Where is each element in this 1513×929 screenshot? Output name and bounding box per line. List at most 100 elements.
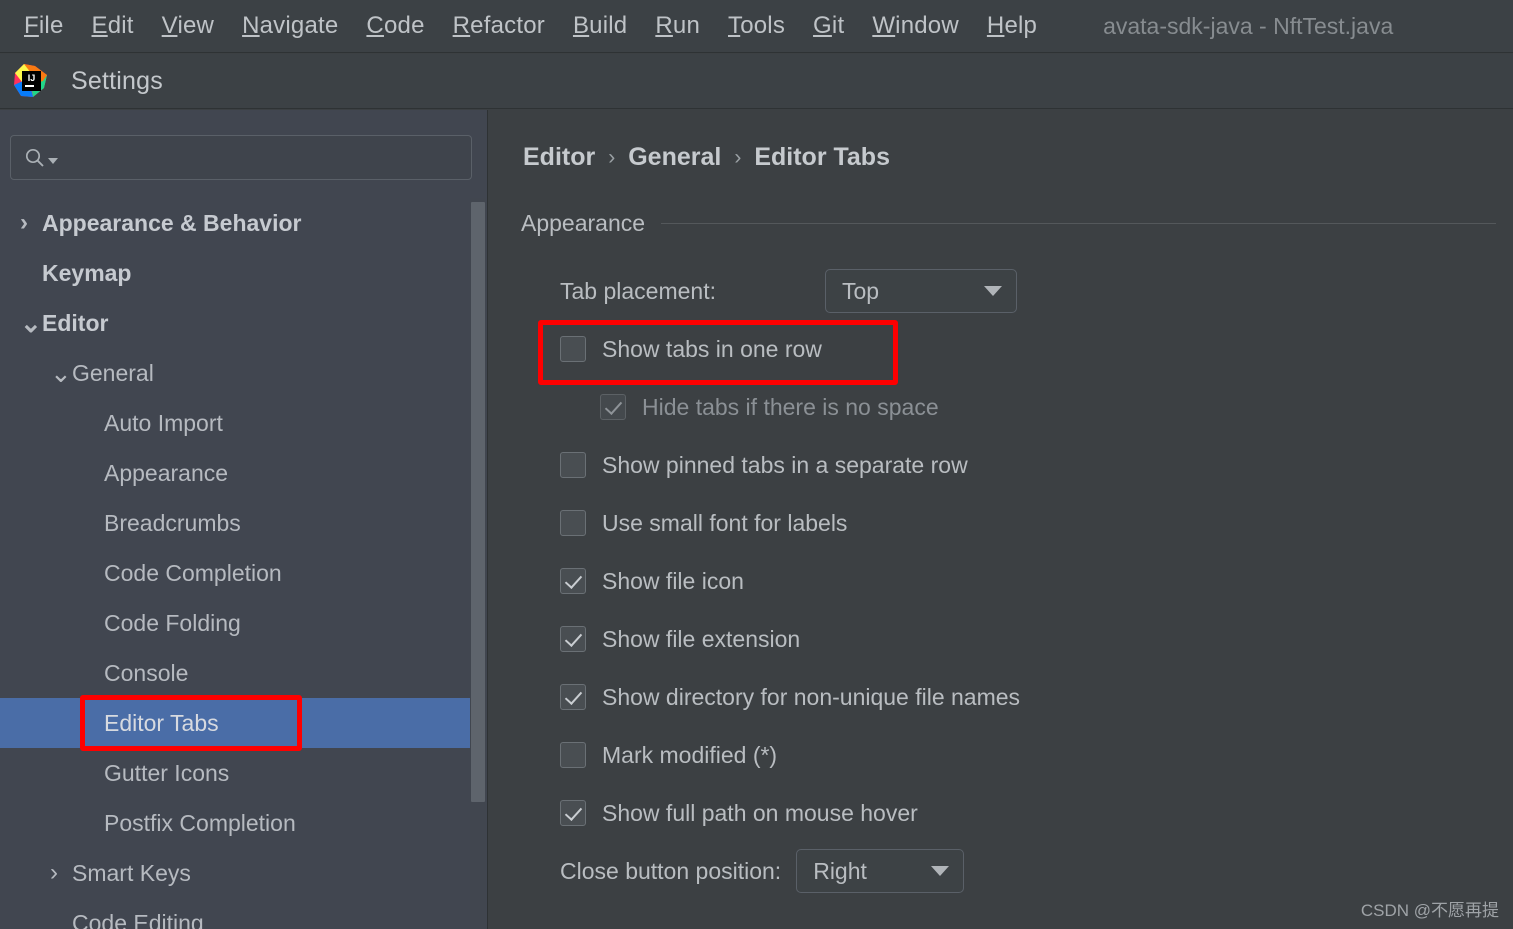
chevron-down-icon: [931, 866, 950, 876]
menu-navigate[interactable]: Navigate: [228, 12, 352, 40]
breadcrumb-item-general[interactable]: General: [628, 143, 721, 172]
close-button-position-value: Right: [813, 857, 867, 884]
appearance-section-header: Appearance: [521, 210, 1496, 237]
appearance-form: Tab placement: Top Show tabs in one row H…: [489, 262, 1513, 900]
sidebar-item-label: Smart Keys: [72, 859, 191, 886]
chevron-down-icon[interactable]: ⌄: [50, 360, 72, 386]
checkbox-label: Show directory for non-unique file names: [602, 683, 1021, 710]
close-button-position-row: Close button position: Right: [489, 842, 1513, 900]
checkbox-row-show-full-path-on-mouse-hover[interactable]: Show full path on mouse hover: [489, 784, 1513, 842]
settings-content-panel: Editor › General › Editor Tabs Appearance Ta…: [489, 110, 1513, 929]
menu-run[interactable]: Run: [641, 12, 714, 40]
sidebar-item-general[interactable]: ⌄ General: [0, 348, 470, 398]
tab-placement-value: Top: [842, 277, 880, 304]
sidebar-item-code-completion[interactable]: Code Completion: [0, 548, 470, 598]
sidebar-item-smart-keys[interactable]: › Smart Keys: [0, 848, 470, 898]
dialog-title: Settings: [71, 66, 163, 95]
menu-bar: File Edit View Navigate Code Refactor Build Run…: [0, 0, 1513, 53]
sidebar-item-label: Code Folding: [104, 609, 241, 636]
settings-sidebar: › Appearance & Behavior Keymap ⌄ Editor ⌄ Gene…: [0, 110, 488, 929]
sidebar-item-label: Auto Import: [104, 409, 223, 436]
sidebar-item-editor[interactable]: ⌄ Editor: [0, 298, 470, 348]
menu-file[interactable]: File: [10, 12, 78, 40]
tab-placement-row: Tab placement: Top: [489, 262, 1513, 320]
checkbox-checked-icon[interactable]: [560, 568, 586, 594]
sidebar-item-appearance[interactable]: Appearance: [0, 448, 470, 498]
sidebar-item-label: Gutter Icons: [104, 759, 230, 786]
menu-git[interactable]: Git: [799, 12, 858, 40]
checkbox-label: Mark modified (*): [602, 741, 778, 768]
checkbox-row-mark-modified[interactable]: Mark modified (*): [489, 726, 1513, 784]
sidebar-item-code-editing[interactable]: Code Editing: [0, 898, 470, 929]
checkbox-unchecked-icon[interactable]: [560, 452, 586, 478]
checkbox-unchecked-icon[interactable]: [560, 510, 586, 536]
sidebar-item-label: Code Editing: [72, 909, 204, 929]
sidebar-item-label: Keymap: [42, 259, 132, 286]
settings-title-bar: IJ Settings: [0, 54, 1513, 109]
checkbox-label: Show full path on mouse hover: [602, 799, 918, 826]
sidebar-item-label: Appearance: [104, 459, 229, 486]
breadcrumb: Editor › General › Editor Tabs: [523, 143, 890, 172]
tab-placement-select[interactable]: Top: [825, 269, 1017, 313]
sidebar-item-label: General: [72, 359, 154, 386]
menu-view[interactable]: View: [148, 12, 228, 40]
checkbox-unchecked-icon[interactable]: [560, 336, 586, 362]
window-title: avata-sdk-java - NftTest.java: [1103, 12, 1394, 39]
section-title: Appearance: [521, 210, 646, 236]
breadcrumb-separator: ›: [608, 145, 616, 169]
search-input[interactable]: [64, 146, 444, 169]
sidebar-item-label: Breadcrumbs: [104, 509, 241, 536]
tab-placement-label: Tab placement:: [560, 277, 716, 304]
search-box[interactable]: [10, 135, 472, 180]
checkbox-checked-icon[interactable]: [560, 684, 586, 710]
menu-window[interactable]: Window: [858, 12, 973, 40]
search-icon: [24, 147, 46, 169]
menu-tools[interactable]: Tools: [714, 12, 799, 40]
sidebar-item-gutter-icons[interactable]: Gutter Icons: [0, 748, 470, 798]
sidebar-item-keymap[interactable]: Keymap: [0, 248, 470, 298]
menu-refactor[interactable]: Refactor: [439, 12, 559, 40]
sidebar-scrollbar-thumb[interactable]: [471, 202, 485, 802]
menu-edit[interactable]: Edit: [78, 12, 148, 40]
breadcrumb-item-editor-tabs[interactable]: Editor Tabs: [754, 143, 890, 172]
checkbox-label: Show tabs in one row: [602, 335, 822, 362]
sidebar-item-label: Editor Tabs: [104, 709, 219, 736]
sidebar-item-editor-tabs[interactable]: Editor Tabs: [0, 698, 470, 748]
sidebar-item-appearance-behavior[interactable]: › Appearance & Behavior: [0, 198, 470, 248]
sidebar-item-postfix-completion[interactable]: Postfix Completion: [0, 798, 470, 848]
close-button-position-select[interactable]: Right: [796, 849, 965, 893]
sidebar-item-console[interactable]: Console: [0, 648, 470, 698]
menu-build[interactable]: Build: [559, 12, 641, 40]
checkbox-label: Hide tabs if there is no space: [642, 393, 939, 420]
chevron-down-icon: [984, 286, 1002, 296]
sidebar-item-label: Console: [104, 659, 189, 686]
checkbox-row-show-file-icon[interactable]: Show file icon: [489, 552, 1513, 610]
chevron-right-icon[interactable]: ›: [50, 861, 72, 885]
search-dropdown-arrow-icon[interactable]: [48, 157, 58, 164]
checkbox-checked-icon[interactable]: [560, 800, 586, 826]
sidebar-item-breadcrumbs[interactable]: Breadcrumbs: [0, 498, 470, 548]
checkbox-row-show-file-extension[interactable]: Show file extension: [489, 610, 1513, 668]
chevron-down-icon[interactable]: ⌄: [20, 310, 42, 336]
sidebar-item-auto-import[interactable]: Auto Import: [0, 398, 470, 448]
sidebar-item-code-folding[interactable]: Code Folding: [0, 598, 470, 648]
checkbox-label: Show file icon: [602, 567, 744, 594]
menu-help[interactable]: Help: [973, 12, 1051, 40]
checkbox-row-use-small-font-for-labels[interactable]: Use small font for labels: [489, 494, 1513, 552]
checkbox-label: Show file extension: [602, 625, 801, 652]
checkbox-row-show-tabs-in-one-row[interactable]: Show tabs in one row: [489, 320, 1513, 378]
checkbox-row-show-directory-for-non-unique-file-names[interactable]: Show directory for non-unique file names: [489, 668, 1513, 726]
settings-tree: › Appearance & Behavior Keymap ⌄ Editor ⌄ Gene…: [0, 198, 470, 929]
menu-code[interactable]: Code: [352, 12, 438, 40]
sidebar-item-label: Postfix Completion: [104, 809, 296, 836]
section-divider: [661, 223, 1496, 224]
checkbox-row-hide-tabs-if-there-is-no-space[interactable]: Hide tabs if there is no space: [489, 378, 1513, 436]
checkbox-checked-icon[interactable]: [560, 626, 586, 652]
checkbox-list: Show tabs in one row Hide tabs if there i…: [489, 320, 1513, 842]
sidebar-item-label: Editor: [42, 309, 109, 336]
close-button-position-label: Close button position:: [560, 857, 782, 884]
breadcrumb-item-editor[interactable]: Editor: [523, 143, 595, 172]
checkbox-unchecked-icon[interactable]: [560, 742, 586, 768]
chevron-right-icon[interactable]: ›: [20, 211, 42, 235]
checkbox-row-show-pinned-tabs-in-a-separate-row[interactable]: Show pinned tabs in a separate row: [489, 436, 1513, 494]
